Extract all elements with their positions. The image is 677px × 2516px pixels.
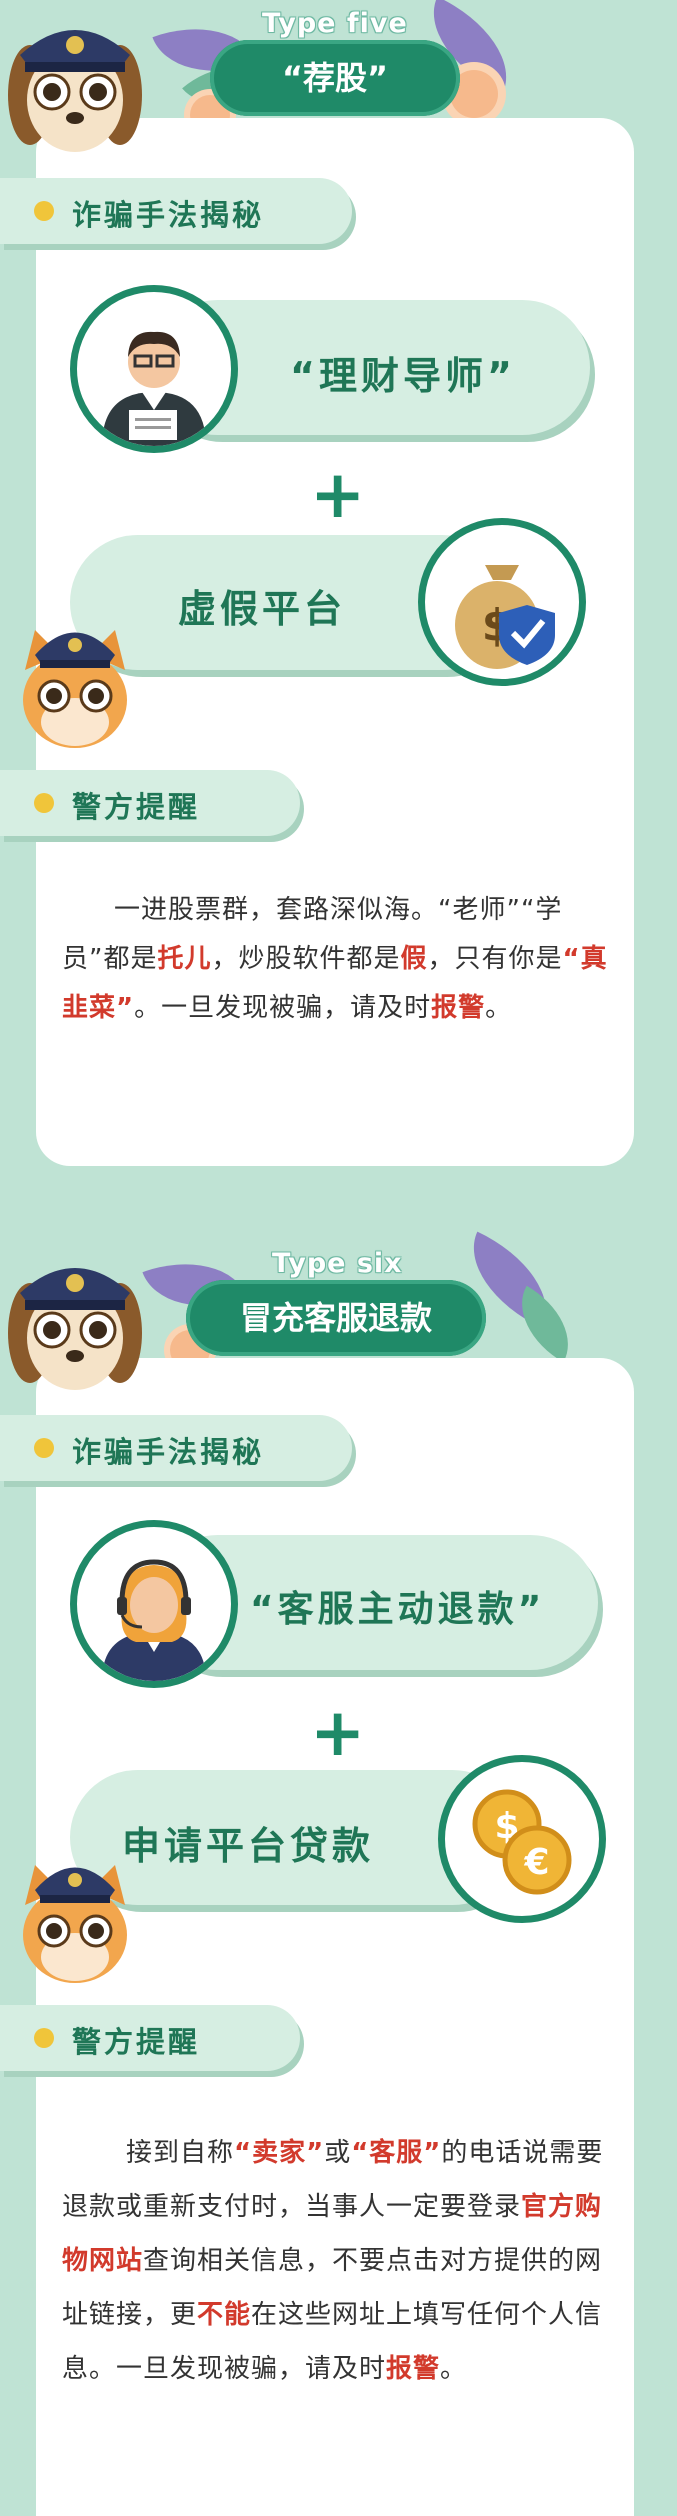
money-bag-circle: $ (418, 518, 586, 686)
plus-sign: + (310, 1694, 366, 1771)
coins-icon: $ € (472, 1789, 572, 1895)
service-agent-circle (70, 1520, 238, 1688)
type-label: Type six (272, 1248, 403, 1279)
fraud-method-label: 诈骗手法揭秘 (0, 178, 352, 244)
teacher-icon (102, 331, 206, 446)
police-reminder-label: 警方提醒 (0, 770, 300, 836)
item-text-refund: “客服主动退款” (250, 1589, 546, 1630)
section-title: 冒充客服退款 (186, 1280, 486, 1356)
plus-sign: + (310, 456, 366, 533)
reminder-paragraph: 一进股票群，套路深似海。“老师”“学员”都是托儿，炒股软件都是假，只有你是“真韭… (62, 895, 608, 1023)
svg-text:€: € (523, 1842, 549, 1883)
reminder-paragraph: 接到自称“卖家”或“客服”的电话说需要退款或重新支付时，当事人一定要登录官方购物… (62, 2138, 604, 2384)
coins-circle: $ € (438, 1755, 606, 1923)
type-label: Type five (262, 8, 408, 39)
money-bag-shield-icon: $ (455, 565, 555, 669)
fraud-method-label: 诈骗手法揭秘 (0, 1415, 352, 1481)
section-title: “荐股” (210, 40, 460, 116)
bullet-dot (34, 2028, 54, 2048)
bullet-dot (34, 201, 54, 221)
bullet-dot (34, 793, 54, 813)
customer-service-icon (102, 1559, 206, 1681)
item-text-financial-mentor: “理财导师” (290, 354, 516, 398)
mentor-avatar-circle (70, 285, 238, 453)
police-cat-mascot (10, 610, 140, 770)
item-text-loan: 申请平台贷款 (122, 1824, 375, 1868)
police-reminder-label: 警方提醒 (0, 2005, 300, 2071)
police-cat-mascot (10, 1845, 140, 2005)
item-text-fake-platform: 虚假平台 (178, 587, 347, 631)
bullet-dot (34, 1438, 54, 1458)
police-dog-mascot (0, 1238, 150, 1403)
police-dog-mascot (0, 0, 150, 165)
